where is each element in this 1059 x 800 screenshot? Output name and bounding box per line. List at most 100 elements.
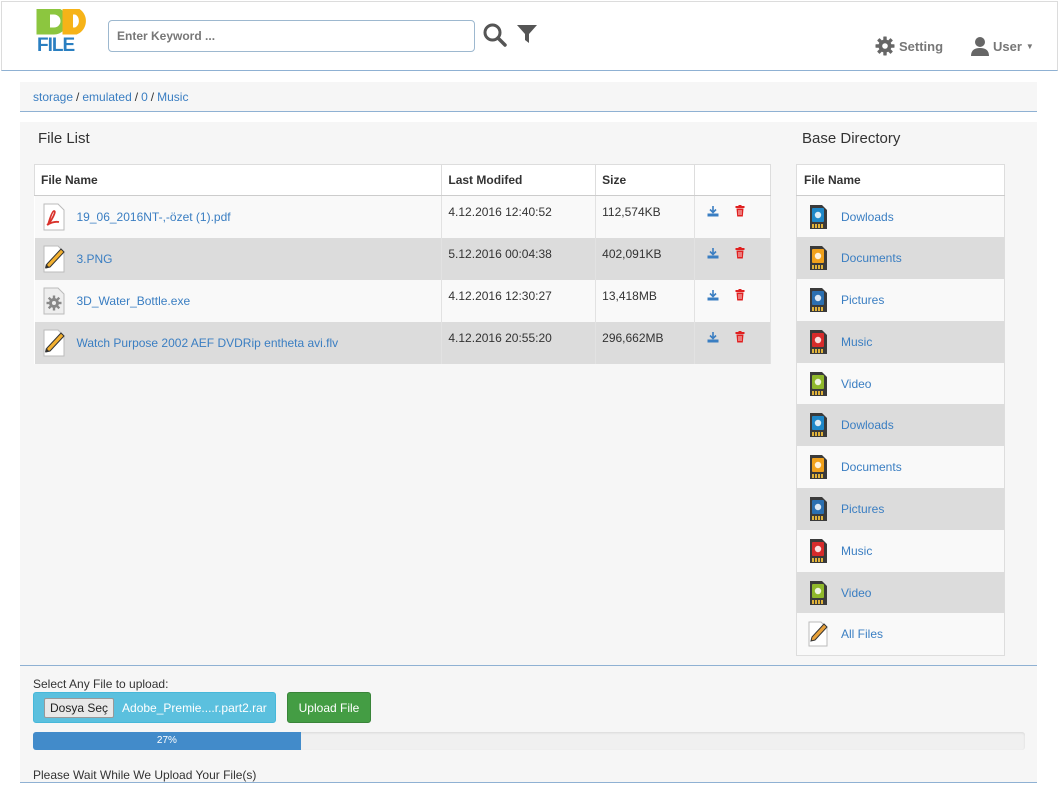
file-link[interactable]: 3.PNG bbox=[77, 252, 113, 266]
file-link[interactable]: Watch Purpose 2002 AEF DVDRip entheta av… bbox=[77, 336, 339, 350]
directory-item[interactable]: Video bbox=[796, 362, 1005, 405]
directory-link[interactable]: Video bbox=[841, 586, 871, 600]
directory-link-wrap[interactable]: Music bbox=[807, 329, 994, 355]
table-row[interactable]: Watch Purpose 2002 AEF DVDRip entheta av… bbox=[34, 321, 771, 364]
directory-link[interactable]: Pictures bbox=[841, 293, 884, 307]
video-sd-icon bbox=[810, 371, 827, 396]
file-size: 296,662MB bbox=[595, 321, 696, 364]
directory-link-wrap[interactable]: Video bbox=[807, 371, 994, 397]
chosen-file-name: Adobe_Premie....r.part2.rar bbox=[122, 700, 267, 715]
search-input[interactable] bbox=[108, 20, 475, 52]
trash-icon[interactable] bbox=[734, 205, 746, 217]
directory-item[interactable]: Documents bbox=[796, 237, 1005, 280]
directory-link[interactable]: Dowloads bbox=[841, 418, 894, 432]
table-header-row: File Name bbox=[796, 164, 1005, 196]
breadcrumb-item-music[interactable]: Music bbox=[157, 90, 188, 104]
directory-item[interactable]: All Files bbox=[796, 613, 1005, 656]
search-icon[interactable] bbox=[482, 22, 508, 48]
music-sd-icon bbox=[810, 538, 827, 563]
trash-icon[interactable] bbox=[734, 288, 746, 301]
user-label: User bbox=[993, 38, 1022, 54]
pencil-file-icon bbox=[43, 245, 65, 272]
directory-link-wrap[interactable]: Documents bbox=[807, 245, 994, 271]
directory-link-wrap[interactable]: Music bbox=[807, 538, 994, 564]
file-size: 402,091KB bbox=[595, 237, 696, 280]
directory-item[interactable]: Pictures bbox=[796, 279, 1005, 321]
filter-icon[interactable] bbox=[516, 23, 538, 45]
directory-link-wrap[interactable]: Pictures bbox=[807, 287, 994, 313]
table-row[interactable]: 3D_Water_Bottle.exe 4.12.2016 12:30:27 1… bbox=[34, 279, 771, 322]
file-link[interactable]: 19_06_2016NT-,-özet (1).pdf bbox=[77, 210, 231, 224]
directory-item[interactable]: Music bbox=[796, 529, 1005, 572]
pictures-sd-icon bbox=[810, 287, 827, 312]
svg-text:FILE: FILE bbox=[37, 35, 74, 53]
setting-label: Setting bbox=[899, 38, 944, 54]
column-header-size[interactable]: Size bbox=[595, 164, 696, 196]
upload-progress: 27% bbox=[33, 732, 1025, 750]
pencil-file-icon bbox=[43, 329, 65, 356]
file-size: 13,418MB bbox=[595, 279, 696, 322]
breadcrumb-item-emulated[interactable]: emulated bbox=[82, 90, 131, 104]
column-header-actions bbox=[694, 164, 771, 196]
download-icon[interactable] bbox=[707, 289, 719, 301]
table-row[interactable]: 3.PNG 5.12.2016 00:04:38 402,091KB bbox=[34, 237, 771, 280]
directory-link-wrap[interactable]: Video bbox=[807, 580, 994, 606]
breadcrumb-item-storage[interactable]: storage bbox=[33, 90, 73, 104]
directory-link[interactable]: Music bbox=[841, 544, 872, 558]
upload-file-button[interactable]: Upload File bbox=[287, 692, 371, 723]
trash-icon[interactable] bbox=[734, 246, 746, 259]
directory-link[interactable]: All Files bbox=[841, 627, 883, 641]
file-modified: 4.12.2016 20:55:20 bbox=[441, 321, 597, 364]
file-link[interactable]: 3D_Water_Bottle.exe bbox=[77, 294, 191, 308]
breadcrumb: storage / emulated/0/Music bbox=[20, 82, 1037, 112]
directory-link[interactable]: Pictures bbox=[841, 502, 884, 516]
user-icon bbox=[971, 37, 989, 56]
directory-link[interactable]: Documents bbox=[841, 251, 902, 265]
directory-item[interactable]: Dowloads bbox=[796, 195, 1005, 238]
upload-progress-bar: 27% bbox=[33, 732, 301, 750]
download-icon[interactable] bbox=[707, 205, 719, 217]
file-modified: 4.12.2016 12:30:27 bbox=[441, 279, 597, 322]
breadcrumb-item-0[interactable]: 0 bbox=[141, 90, 148, 104]
gear-icon bbox=[875, 36, 895, 56]
base-directory-table: File Name Dowloads Documents Pictures Music… bbox=[796, 164, 1005, 656]
directory-item[interactable]: Documents bbox=[796, 446, 1005, 489]
documents-sd-icon bbox=[810, 455, 827, 480]
file-chooser[interactable]: Dosya Seç Adobe_Premie....r.part2.rar bbox=[33, 692, 276, 723]
directory-link[interactable]: Music bbox=[841, 335, 872, 349]
directory-item[interactable]: Video bbox=[796, 571, 1005, 614]
trash-icon[interactable] bbox=[734, 330, 746, 343]
upload-status: Please Wait While We Upload Your File(s) bbox=[33, 768, 257, 782]
breadcrumb-separator: / bbox=[76, 90, 80, 104]
directory-item[interactable]: Music bbox=[796, 320, 1005, 363]
column-header-file-name[interactable]: File Name bbox=[33, 164, 443, 196]
exe-gear-icon bbox=[43, 287, 64, 314]
breadcrumb-separator: / bbox=[150, 90, 155, 104]
table-row[interactable]: 19_06_2016NT-,-özet (1).pdf 4.12.2016 12… bbox=[34, 195, 771, 238]
directory-link-wrap[interactable]: Dowloads bbox=[807, 412, 994, 438]
base-directory-title: Base Directory bbox=[802, 130, 901, 147]
directory-link[interactable]: Dowloads bbox=[841, 210, 894, 224]
documents-sd-icon bbox=[810, 246, 827, 271]
directory-link-wrap[interactable]: Pictures bbox=[807, 496, 994, 522]
download-icon[interactable] bbox=[707, 331, 719, 343]
column-header-file-name[interactable]: File Name bbox=[796, 164, 1005, 196]
directory-link-wrap[interactable]: Dowloads bbox=[807, 204, 994, 230]
downloads-sd-icon bbox=[810, 204, 827, 229]
directory-link[interactable]: Documents bbox=[841, 460, 902, 474]
rd-file-logo[interactable]: FILE bbox=[36, 9, 98, 53]
video-sd-icon bbox=[810, 580, 827, 605]
user-menu[interactable]: User ▼ bbox=[970, 36, 1034, 56]
directory-link[interactable]: Video bbox=[841, 377, 871, 391]
download-icon[interactable] bbox=[707, 247, 719, 259]
chevron-down-icon: ▼ bbox=[1025, 41, 1034, 51]
choose-file-button[interactable]: Dosya Seç bbox=[44, 697, 115, 718]
setting-button[interactable]: Setting bbox=[875, 36, 943, 56]
directory-item[interactable]: Pictures bbox=[796, 488, 1005, 530]
directory-link-wrap[interactable]: All Files bbox=[807, 621, 994, 647]
directory-item[interactable]: Dowloads bbox=[796, 404, 1005, 447]
upload-label: Select Any File to upload: bbox=[33, 677, 169, 691]
music-sd-icon bbox=[810, 329, 827, 354]
column-header-last-modified[interactable]: Last Modifed bbox=[441, 164, 597, 196]
directory-link-wrap[interactable]: Documents bbox=[807, 454, 994, 480]
